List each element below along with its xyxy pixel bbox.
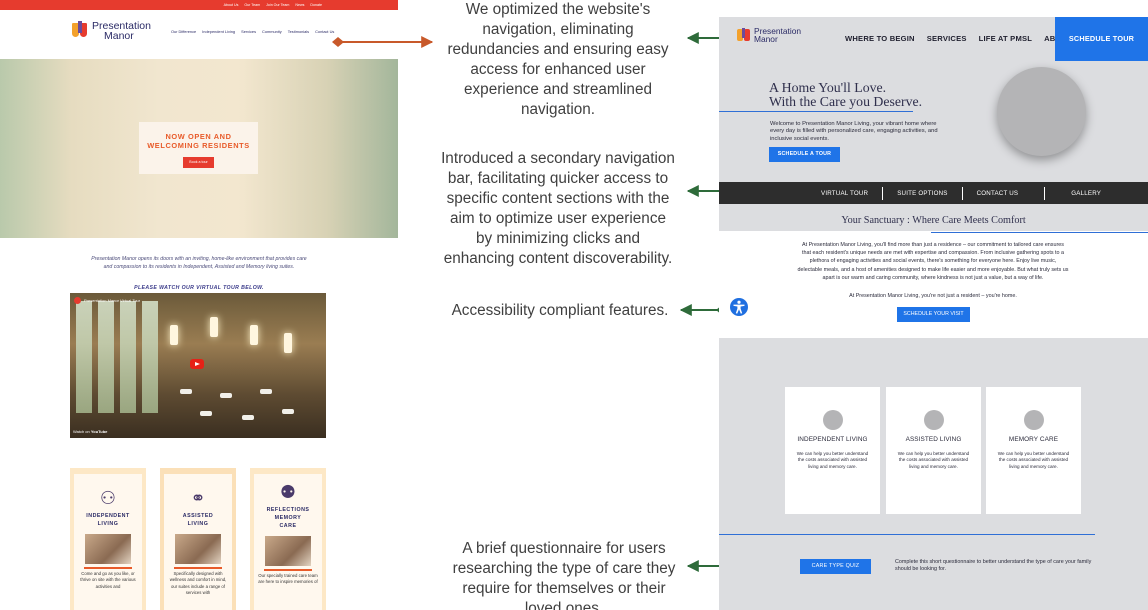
divider (882, 186, 884, 200)
divider (719, 111, 913, 112)
annotation-secondary-nav: Introduced a secondary navigation bar, f… (441, 150, 675, 267)
divider (719, 534, 1095, 535)
schedule-your-visit-button[interactable]: SCHEDULE YOUR VISIT (897, 307, 970, 322)
care-type-quiz-button[interactable]: CARE TYPE QUIZ (800, 559, 871, 574)
subnav-contact-us[interactable]: CONTACT US (977, 190, 1019, 197)
nav-life-at-pmsl[interactable]: LIFE AT PMSL (979, 34, 1032, 43)
case-study-canvas: About Us Our Team Join Our Team News Don… (0, 0, 1148, 610)
new-main-nav: WHERE TO BEGIN SERVICES LIFE AT PMSL ABO… (845, 34, 1085, 43)
nav-where-to-begin[interactable]: WHERE TO BEGIN (845, 34, 915, 43)
subnav-suite-options[interactable]: SUITE OPTIONS (897, 190, 947, 197)
orange-arrow-navigation (332, 36, 434, 48)
card-text: We can help you better understand the co… (796, 451, 869, 469)
card-title: ASSISTED LIVING (905, 436, 962, 443)
card-assisted-living[interactable]: ASSISTED LIVING We can help you better u… (886, 387, 981, 514)
new-hero-intro: Welcome to Presentation Manor Living, yo… (770, 121, 938, 142)
card-title: INDEPENDENT LIVING (797, 436, 868, 443)
schedule-tour-button[interactable]: SCHEDULE TOUR (1055, 17, 1148, 61)
nav-services[interactable]: SERVICES (927, 34, 967, 43)
card-memory-care[interactable]: MEMORY CARE We can help you better under… (986, 387, 1081, 514)
subnav-virtual-tour[interactable]: VIRTUAL TOUR (821, 190, 868, 197)
section-title: Your Sanctuary : Where Care Meets Comfor… (841, 215, 1026, 226)
annotation-accessibility: Accessibility compliant features. (451, 302, 669, 319)
divider (1044, 186, 1046, 200)
card-title: MEMORY CARE (1008, 436, 1059, 443)
card-image-placeholder (1023, 410, 1044, 430)
divider (961, 186, 963, 200)
quiz-description: Complete this short questionnaire to bet… (895, 559, 1092, 573)
new-website-wireframe: Presentation Manor WHERE TO BEGIN SERVIC… (719, 17, 1148, 610)
new-logo[interactable]: Presentation Manor (737, 26, 802, 44)
annotation-navigation: We optimized the website's navigation, e… (447, 1, 669, 118)
presentation-manor-logo-icon (737, 28, 750, 41)
secondary-nav-bar: VIRTUAL TOUR SUITE OPTIONS CONTACT US GA… (719, 182, 1148, 204)
card-image-placeholder (822, 410, 843, 430)
section-body: At Presentation Manor Living, you'll fin… (797, 242, 1069, 281)
new-header: Presentation Manor WHERE TO BEGIN SERVIC… (719, 17, 1148, 61)
divider (931, 232, 1148, 233)
annotation-quiz: A brief questionnaire for users research… (452, 540, 676, 610)
hero-image-placeholder (997, 67, 1086, 156)
card-text: We can help you better understand the co… (897, 451, 970, 469)
new-brand-name: Presentation Manor (754, 26, 802, 44)
schedule-a-tour-button[interactable]: SCHEDULE A TOUR (769, 147, 840, 162)
card-image-placeholder (923, 410, 944, 430)
card-text: We can help you better understand the co… (997, 451, 1070, 469)
subnav-gallery[interactable]: GALLERY (1071, 190, 1101, 197)
new-hero-headline: A Home You'll Love. With the Care you De… (769, 80, 923, 109)
card-independent-living[interactable]: INDEPENDENT LIVING We can help you bette… (785, 387, 880, 514)
section-body-closing: At Presentation Manor Living, you're not… (849, 293, 1017, 299)
accessibility-icon[interactable] (730, 298, 748, 316)
